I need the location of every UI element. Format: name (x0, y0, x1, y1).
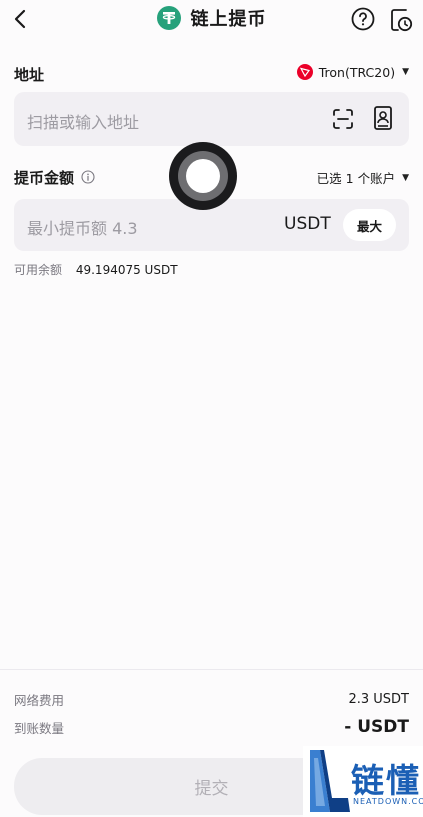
available-balance: 可用余额 49.194075 USDT (14, 261, 178, 278)
address-label: 地址 (14, 66, 45, 84)
clock-document-icon[interactable] (389, 7, 413, 33)
divider (0, 669, 423, 670)
account-selector-label: 已选 1 个账户 (316, 171, 396, 186)
amount-input[interactable]: 最小提币额 4.3 (27, 215, 138, 239)
network-label: Tron(TRC20) (318, 64, 396, 80)
account-selector[interactable]: 已选 1 个账户 ▼ (317, 168, 409, 187)
caret-down-icon: ▼ (402, 67, 409, 77)
network-selector[interactable]: Tron(TRC20) ▼ (296, 64, 409, 80)
watermark-subtext: NEATDOWN.COM (353, 797, 423, 806)
tron-icon (296, 64, 313, 80)
top-bar: 链上提币 (0, 0, 423, 40)
max-button[interactable]: 最大 (343, 209, 396, 241)
scan-icon[interactable] (331, 107, 355, 131)
address-input-box[interactable]: 扫描或输入地址 (14, 92, 409, 146)
balance-label: 可用余额 (14, 263, 63, 277)
page-title: 链上提币 (190, 9, 267, 30)
address-book-icon[interactable] (371, 105, 395, 131)
fee-value: 2.3 USDT (348, 692, 409, 707)
info-circle-icon[interactable] (81, 170, 95, 184)
address-input[interactable]: 扫描或输入地址 (27, 109, 139, 133)
network-fee-row: 网络费用 2.3 USDT (14, 690, 409, 709)
fee-label: 网络费用 (14, 693, 65, 708)
caret-down-icon: ▼ (402, 172, 409, 183)
amount-label: 提币金额 (14, 169, 75, 187)
usdt-tether-icon (156, 6, 181, 30)
watermark-text: 链懂 (351, 761, 421, 800)
amount-unit: USDT (284, 214, 331, 234)
touch-indicator (169, 142, 237, 210)
receive-label: 到账数量 (14, 720, 65, 736)
receive-amount-row: 到账数量 - USDT (14, 717, 409, 737)
question-circle-icon[interactable] (351, 7, 375, 31)
balance-value: 49.194075 USDT (75, 263, 178, 277)
watermark-logo: 链懂 NEATDOWN.COM (303, 746, 423, 817)
logo-mark-icon (310, 750, 350, 812)
receive-value: - USDT (344, 717, 409, 737)
